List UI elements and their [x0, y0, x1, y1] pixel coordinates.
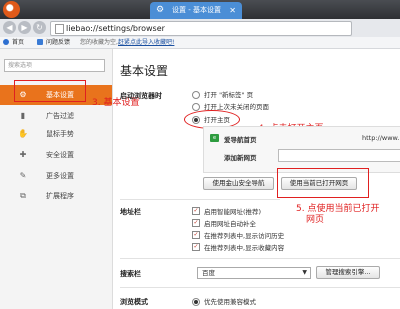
annotation-step5-line2: 网页 — [306, 215, 325, 225]
mouse-gesture-icon: ✋ — [18, 129, 28, 138]
home-bookmark-icon — [3, 39, 9, 45]
tab-settings[interactable]: ⚙ 设置 - 基本设置 ✕ — [150, 2, 242, 19]
startup-section-label: 启动浏览器时 — [120, 92, 162, 100]
show-history-checkbox[interactable]: ✓ — [192, 231, 200, 239]
smart-url-label: 启用智能网址(推荐) — [204, 208, 262, 216]
homepage-panel: e 爱导航首页 http://www. 添加新网页 — [203, 126, 400, 173]
sidebar-item-label: 扩展程序 — [46, 192, 74, 200]
annotation-box-basic-settings — [14, 80, 86, 102]
show-favorites-checkbox[interactable]: ✓ — [192, 243, 200, 251]
sidebar-item-label: 广告过滤 — [46, 112, 74, 120]
startup-radio-last-session[interactable] — [192, 103, 200, 111]
sidebar-item-label: 安全设置 — [46, 151, 74, 159]
forward-button[interactable]: ▶ — [18, 21, 31, 34]
search-input[interactable]: 搜索选项 — [4, 59, 105, 72]
refresh-button[interactable]: ↻ — [33, 21, 46, 34]
ad-filter-icon: ▮ — [20, 111, 26, 120]
compat-mode-radio[interactable] — [192, 298, 200, 306]
sidebar-item-label: 更多设置 — [46, 172, 74, 180]
address-bar: ◀ ▶ ↻ liebao://settings/browser — [0, 19, 400, 38]
addressbar-section-label: 地址栏 — [120, 208, 141, 216]
url-input[interactable]: liebao://settings/browser — [50, 21, 352, 36]
show-favorites-label: 在推荐列表中,显示收藏内容 — [204, 244, 285, 252]
search-placeholder: 搜索选项 — [8, 62, 33, 69]
sidebar-item-extensions[interactable]: ⧉ 扩展程序 — [0, 186, 112, 206]
autocomplete-checkbox[interactable]: ✓ — [192, 219, 200, 227]
browse-mode-section-label: 浏览模式 — [120, 298, 148, 306]
section-divider — [120, 199, 280, 200]
chevron-down-icon: ▼ — [302, 269, 307, 276]
use-security-nav-button[interactable]: 使用金山安全导航 — [203, 177, 274, 190]
page-icon — [55, 24, 64, 34]
page-title: 基本设置 — [120, 64, 169, 78]
startup-option-new-tab: 打开 "新标签" 页 — [204, 91, 254, 99]
sidebar-item-ad-filter[interactable]: ▮ 广告过滤 — [0, 106, 112, 126]
extension-icon: ⧉ — [20, 191, 26, 200]
gear-icon: ⚙ — [156, 5, 165, 15]
autocomplete-label: 启用网址自动补全 — [204, 220, 256, 228]
close-icon[interactable]: ✕ — [229, 2, 236, 19]
smart-url-checkbox[interactable]: ✓ — [192, 207, 200, 215]
add-homepage-input[interactable] — [278, 149, 400, 162]
sidebar-item-security[interactable]: ✚ 安全设置 — [0, 145, 112, 165]
startup-radio-new-tab[interactable] — [192, 91, 200, 99]
browser-logo-icon[interactable] — [3, 1, 20, 18]
manage-search-engines-button[interactable]: 管理搜索引擎... — [316, 266, 380, 279]
sidebar-item-label: 鼠标手势 — [46, 130, 74, 138]
import-bookmarks-link[interactable]: 赶紧点此导入收藏吧! — [118, 37, 174, 48]
url-text: liebao://settings/browser — [66, 24, 165, 33]
wrench-icon: ✎ — [19, 171, 27, 180]
searchbar-section-label: 搜索栏 — [120, 270, 141, 278]
site-favicon-icon: e — [210, 134, 219, 142]
sidebar-item-mouse-gesture[interactable]: ✋ 鼠标手势 — [0, 124, 112, 144]
feedback-bookmark-icon — [37, 39, 43, 45]
back-button[interactable]: ◀ — [3, 21, 16, 34]
compat-mode-label: 优先使用兼容模式 — [204, 298, 256, 306]
search-engine-select[interactable]: 百度 ▼ — [197, 267, 311, 279]
tab-label: 设置 - 基本设置 — [172, 6, 221, 14]
annotation-box-use-current — [277, 168, 369, 198]
section-divider — [120, 287, 400, 288]
homepage-site-name: 爱导航首页 — [224, 136, 257, 144]
bookmarks-empty-text: 您的收藏为空, — [80, 39, 118, 46]
search-engine-value: 百度 — [202, 269, 215, 277]
homepage-site-url: http://www. — [362, 134, 400, 142]
title-bar: ⚙ 设置 - 基本设置 ✕ — [0, 0, 400, 19]
show-history-label: 在推荐列表中,显示访问历史 — [204, 232, 285, 240]
bookmark-home[interactable]: 首页 — [12, 37, 24, 48]
add-homepage-label: 添加新网页 — [224, 154, 257, 162]
bookmark-feedback[interactable]: 问题反馈 — [46, 37, 70, 48]
sidebar-item-more-settings[interactable]: ✎ 更多设置 — [0, 166, 112, 186]
bookmarks-bar: 首页 问题反馈 您的收藏为空, 赶紧点此导入收藏吧! — [0, 37, 400, 49]
security-icon: ✚ — [19, 150, 27, 159]
section-divider — [120, 258, 400, 259]
